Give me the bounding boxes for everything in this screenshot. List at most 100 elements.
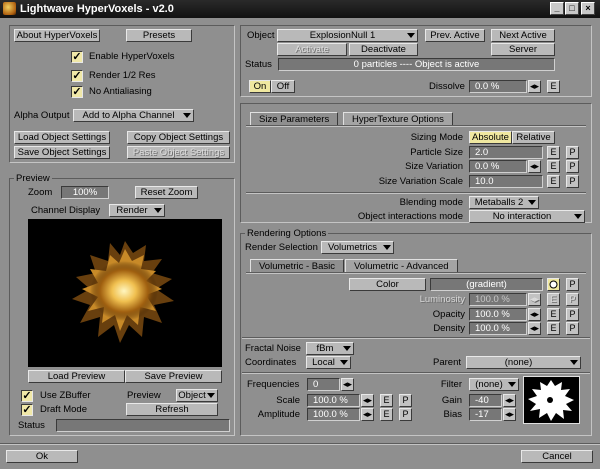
enable-hypervoxels-checkbox[interactable]: ✓ bbox=[71, 51, 83, 63]
zoom-field[interactable]: 100% bbox=[61, 186, 109, 199]
color-texture-bulb-icon[interactable] bbox=[547, 278, 560, 291]
deactivate-button[interactable]: Deactivate bbox=[349, 43, 418, 56]
frequencies-slider-arrows-icon[interactable]: ◂▸ bbox=[341, 378, 354, 391]
preview-mode-dropdown[interactable]: Object bbox=[176, 389, 218, 402]
paste-object-settings-button[interactable]: Paste Object Settings bbox=[127, 146, 230, 159]
save-object-settings-button[interactable]: Save Object Settings bbox=[14, 146, 110, 159]
fractal-noise-dropdown[interactable]: fBm bbox=[306, 342, 354, 355]
particle-size-envelope-button[interactable]: E bbox=[547, 146, 560, 159]
maximize-button[interactable]: □ bbox=[565, 2, 579, 15]
size-variation-scale-field[interactable]: 10.0 bbox=[469, 175, 543, 188]
coordinates-dropdown[interactable]: Local bbox=[306, 356, 351, 369]
particle-size-field[interactable]: 2.0 bbox=[469, 146, 543, 159]
density-envelope-button[interactable]: E bbox=[547, 322, 560, 335]
dropdown-arrow-icon bbox=[574, 214, 582, 219]
bias-slider-arrows-icon[interactable]: ◂▸ bbox=[503, 408, 516, 421]
size-variation-slider-arrows-icon[interactable]: ◂▸ bbox=[528, 160, 541, 173]
bias-field[interactable]: -17 bbox=[469, 408, 502, 421]
activate-button[interactable]: Activate bbox=[277, 43, 347, 56]
amplitude-field[interactable]: 100.0 % bbox=[307, 408, 360, 421]
on-toggle-button[interactable]: On bbox=[249, 80, 271, 93]
ok-button[interactable]: Ok bbox=[6, 450, 78, 463]
parent-label: Parent bbox=[433, 357, 461, 368]
density-field[interactable]: 100.0 % bbox=[469, 322, 527, 335]
luminosity-texture-button[interactable]: P bbox=[566, 293, 579, 306]
prev-active-button[interactable]: Prev. Active bbox=[425, 29, 485, 42]
scale-slider-arrows-icon[interactable]: ◂▸ bbox=[361, 394, 374, 407]
amplitude-texture-button[interactable]: P bbox=[399, 408, 412, 421]
absolute-button[interactable]: Absolute bbox=[469, 131, 512, 144]
density-slider-arrows-icon[interactable]: ◂▸ bbox=[528, 322, 541, 335]
dissolve-field[interactable]: 0.0 % bbox=[469, 80, 527, 93]
color-button[interactable]: Color bbox=[349, 278, 426, 291]
load-object-settings-button[interactable]: Load Object Settings bbox=[14, 131, 110, 144]
frequencies-field[interactable]: 0 bbox=[307, 378, 340, 391]
tab-volumetric-basic[interactable]: Volumetric - Basic bbox=[250, 259, 345, 273]
title-bar[interactable]: Lightwave HyperVoxels - v2.0 _ □ × bbox=[0, 0, 600, 18]
parent-dropdown[interactable]: (none) bbox=[466, 356, 581, 369]
save-preview-button[interactable]: Save Preview bbox=[125, 370, 222, 383]
object-interactions-dropdown[interactable]: No interaction bbox=[469, 210, 585, 223]
use-zbuffer-checkbox[interactable]: ✓ bbox=[21, 390, 33, 402]
opacity-texture-button[interactable]: P bbox=[566, 308, 579, 321]
footer-divider bbox=[0, 443, 600, 445]
next-active-button[interactable]: Next Active bbox=[491, 29, 555, 42]
tab-size-parameters[interactable]: Size Parameters bbox=[250, 112, 339, 126]
opacity-slider-arrows-icon[interactable]: ◂▸ bbox=[528, 308, 541, 321]
channel-display-dropdown[interactable]: Render bbox=[109, 204, 165, 217]
gain-label: Gain bbox=[441, 395, 462, 406]
reset-zoom-button[interactable]: Reset Zoom bbox=[135, 186, 198, 199]
close-button[interactable]: × bbox=[581, 2, 595, 15]
no-antialiasing-checkbox[interactable]: ✓ bbox=[71, 86, 83, 98]
size-variation-scale-envelope-button[interactable]: E bbox=[547, 175, 560, 188]
size-variation-envelope-button[interactable]: E bbox=[547, 160, 560, 173]
about-hypervoxels-button[interactable]: About HyperVoxels bbox=[14, 29, 100, 42]
particle-size-texture-button[interactable]: P bbox=[566, 146, 579, 159]
amplitude-envelope-button[interactable]: E bbox=[380, 408, 393, 421]
size-variation-field[interactable]: 0.0 % bbox=[469, 160, 527, 173]
tab-hypertexture-options[interactable]: HyperTexture Options bbox=[343, 112, 453, 126]
density-texture-button[interactable]: P bbox=[566, 322, 579, 335]
opacity-field[interactable]: 100.0 % bbox=[469, 308, 527, 321]
dropdown-arrow-icon bbox=[154, 208, 162, 213]
scale-texture-button[interactable]: P bbox=[399, 394, 412, 407]
render-selection-dropdown[interactable]: Volumetrics bbox=[321, 241, 394, 254]
off-toggle-button[interactable]: Off bbox=[271, 80, 295, 93]
color-gradient-field[interactable]: (gradient) bbox=[430, 278, 543, 291]
relative-button[interactable]: Relative bbox=[512, 131, 555, 144]
scale-field[interactable]: 100.0 % bbox=[307, 394, 360, 407]
blending-mode-dropdown[interactable]: Metaballs 2 bbox=[469, 196, 539, 209]
dropdown-arrow-icon bbox=[183, 113, 191, 118]
luminosity-field[interactable]: 100.0 % bbox=[469, 293, 527, 306]
amplitude-slider-arrows-icon[interactable]: ◂▸ bbox=[361, 408, 374, 421]
filter-dropdown[interactable]: (none) bbox=[469, 378, 519, 391]
dissolve-slider-arrows-icon[interactable]: ◂▸ bbox=[528, 80, 541, 93]
object-dropdown[interactable]: ExplosionNull 1 bbox=[277, 29, 418, 42]
gain-field[interactable]: -40 bbox=[469, 394, 502, 407]
copy-object-settings-button[interactable]: Copy Object Settings bbox=[127, 131, 230, 144]
gain-slider-arrows-icon[interactable]: ◂▸ bbox=[503, 394, 516, 407]
blending-mode-label: Blending mode bbox=[399, 197, 463, 208]
cancel-button[interactable]: Cancel bbox=[521, 450, 593, 463]
tab-volumetric-advanced[interactable]: Volumetric - Advanced bbox=[345, 259, 458, 273]
color-texture-button[interactable]: P bbox=[566, 278, 579, 291]
size-variation-texture-button[interactable]: P bbox=[566, 160, 579, 173]
alpha-output-dropdown[interactable]: Add to Alpha Channel bbox=[73, 109, 194, 122]
preview-mode-value: Object bbox=[178, 390, 206, 401]
load-preview-button[interactable]: Load Preview bbox=[28, 370, 125, 383]
divider bbox=[242, 372, 590, 374]
render-half-res-checkbox[interactable]: ✓ bbox=[71, 70, 83, 82]
refresh-button[interactable]: Refresh bbox=[126, 403, 218, 416]
opacity-envelope-button[interactable]: E bbox=[547, 308, 560, 321]
server-button[interactable]: Server bbox=[491, 43, 555, 56]
scale-envelope-button[interactable]: E bbox=[380, 394, 393, 407]
presets-button[interactable]: Presets bbox=[126, 29, 192, 42]
size-variation-scale-texture-button[interactable]: P bbox=[566, 175, 579, 188]
luminosity-envelope-button[interactable]: E bbox=[547, 293, 560, 306]
draft-mode-checkbox[interactable]: ✓ bbox=[21, 404, 33, 416]
alpha-output-value: Add to Alpha Channel bbox=[82, 110, 175, 121]
luminosity-slider-arrows-icon[interactable]: ◂▸ bbox=[528, 293, 541, 306]
lightwave-logo-icon bbox=[3, 2, 16, 15]
dissolve-envelope-button[interactable]: E bbox=[547, 80, 560, 93]
minimize-button[interactable]: _ bbox=[550, 2, 564, 15]
